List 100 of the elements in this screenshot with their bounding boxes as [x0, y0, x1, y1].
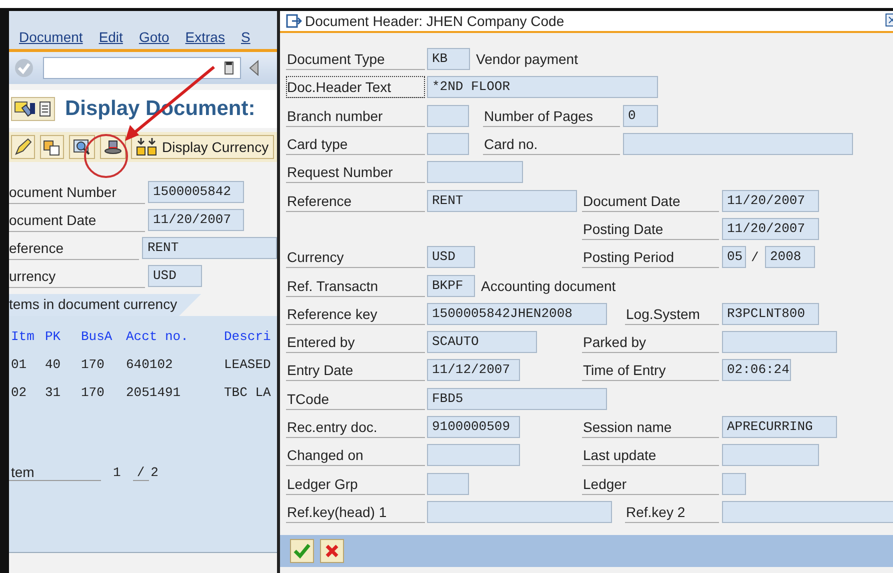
field-label: Entry Date [286, 359, 425, 382]
field-label: Parked by [582, 331, 719, 354]
arrows-boxes-icon [136, 137, 158, 157]
field-label: Card type [286, 133, 425, 156]
field-label: Doc.Header Text [286, 76, 425, 98]
field-label: urrency [9, 264, 145, 288]
field-value[interactable]: 11/20/2007 [722, 190, 819, 212]
dialog-icon [286, 14, 302, 28]
field-value[interactable] [427, 161, 523, 184]
field-value[interactable] [623, 133, 853, 156]
field-label: Session name [582, 416, 719, 438]
field-value[interactable] [427, 500, 612, 523]
field-label: Branch number [286, 104, 425, 127]
table-cell-text: 170 [81, 384, 106, 400]
field-value[interactable] [427, 472, 469, 495]
field-label: Ref.key(head) 1 [286, 500, 425, 523]
table-cell-text: 2051491 [126, 384, 182, 400]
field-value[interactable] [722, 500, 893, 523]
table-cell-text: 02 [11, 384, 28, 400]
field-value[interactable] [427, 444, 520, 466]
field-label: Posting Date [582, 218, 719, 240]
item-number: 1 [113, 465, 121, 480]
hat-icon [103, 138, 123, 156]
field-value[interactable]: RENT [142, 237, 277, 259]
field-label: Ref.key 2 [625, 500, 719, 523]
field-label: Reference key [286, 302, 425, 325]
field-label: Posting Period [582, 246, 719, 268]
field-value[interactable]: 05 [722, 246, 746, 268]
field-label: Log.System [625, 302, 719, 325]
field-value[interactable]: 11/20/2007 [148, 209, 244, 231]
enter-icon[interactable] [13, 57, 35, 79]
field-value[interactable]: 11/20/2007 [722, 218, 819, 240]
field-value[interactable]: 11/12/2007 [427, 359, 520, 382]
field-label: Currency [286, 246, 425, 268]
field-label: Last update [582, 444, 719, 466]
column-header: Descri [224, 328, 272, 344]
field-value[interactable]: SCAUTO [427, 331, 537, 354]
dialog-title: Document Header: JHEN Company Code [305, 13, 564, 29]
display-currency-button[interactable]: Display Currency [131, 135, 274, 159]
field-value[interactable]: USD [148, 265, 202, 287]
field-label: Number of Pages [483, 104, 620, 127]
dropdown-icon[interactable] [224, 61, 234, 75]
field-label: Changed on [286, 444, 425, 466]
field-value[interactable]: 1500005842 [148, 181, 244, 203]
pencil-button[interactable] [11, 135, 35, 159]
field-description: Vendor payment [476, 51, 578, 68]
confirm-button[interactable] [290, 539, 314, 563]
field-value[interactable] [722, 331, 837, 354]
field-value[interactable]: 02:06:24 [722, 359, 791, 382]
field-value[interactable]: APRECURRING [722, 416, 837, 438]
field-label: Card no. [483, 133, 620, 156]
cross-icon [324, 543, 340, 559]
field-label: Request Number [286, 161, 425, 184]
copy-button[interactable] [40, 135, 64, 159]
field-value[interactable]: 1500005842JHEN2008 [427, 302, 607, 325]
magnifier-icon [72, 138, 92, 156]
field-label: Rec.entry doc. [286, 416, 425, 438]
field-value[interactable]: RENT [427, 190, 577, 212]
field-value[interactable]: 9100000509 [427, 416, 520, 438]
field-value[interactable] [722, 472, 746, 495]
field-label: ocument Date [9, 208, 145, 232]
field-label: ocument Number [9, 180, 145, 204]
field-label: Entered by [286, 331, 425, 354]
field-value[interactable]: 0 [623, 104, 658, 127]
field-label: eference [9, 236, 140, 260]
menu-item[interactable]: Goto [138, 29, 170, 45]
magnifier-button[interactable] [69, 135, 95, 159]
back-icon[interactable] [249, 60, 259, 76]
table-cell-text: LEASED [224, 356, 272, 372]
field-label: TCode [286, 388, 425, 410]
field-value[interactable]: USD [427, 246, 475, 268]
hat-button[interactable] [100, 135, 126, 159]
column-header: BusA [81, 328, 114, 344]
column-header: PK [45, 328, 62, 344]
field-value[interactable]: BKPF [427, 274, 475, 297]
display-change-icon[interactable] [14, 100, 36, 118]
table-cell-text: 01 [11, 356, 28, 372]
table-cell-text: 40 [45, 356, 62, 372]
field-value[interactable]: KB [427, 48, 470, 70]
field-value[interactable] [722, 444, 819, 466]
menu-item[interactable]: Document [19, 29, 83, 45]
menu-item[interactable]: Edit [98, 29, 123, 45]
check-icon [293, 543, 311, 559]
table-cell-text: 640102 [126, 356, 174, 372]
field-value[interactable]: *2ND FLOOR [427, 76, 658, 98]
field-value[interactable] [427, 133, 469, 156]
document-icon[interactable] [38, 100, 52, 118]
menu-item[interactable]: S [240, 29, 250, 45]
tab[interactable]: tems in document currency [9, 294, 202, 316]
menu-item[interactable]: Extras [185, 29, 225, 45]
field-label: Ledger [582, 472, 719, 495]
cancel-button[interactable] [320, 539, 344, 563]
table-cell-text: TBC LA [224, 384, 272, 400]
highlight-circle [84, 134, 128, 178]
pencil-icon [14, 138, 32, 156]
field-value[interactable]: FBD5 [427, 388, 607, 410]
command-field[interactable] [43, 57, 241, 79]
field-value[interactable] [427, 104, 469, 127]
field-value[interactable]: R3PCLNT800 [722, 302, 819, 325]
field-value[interactable]: 2008 [765, 246, 815, 268]
